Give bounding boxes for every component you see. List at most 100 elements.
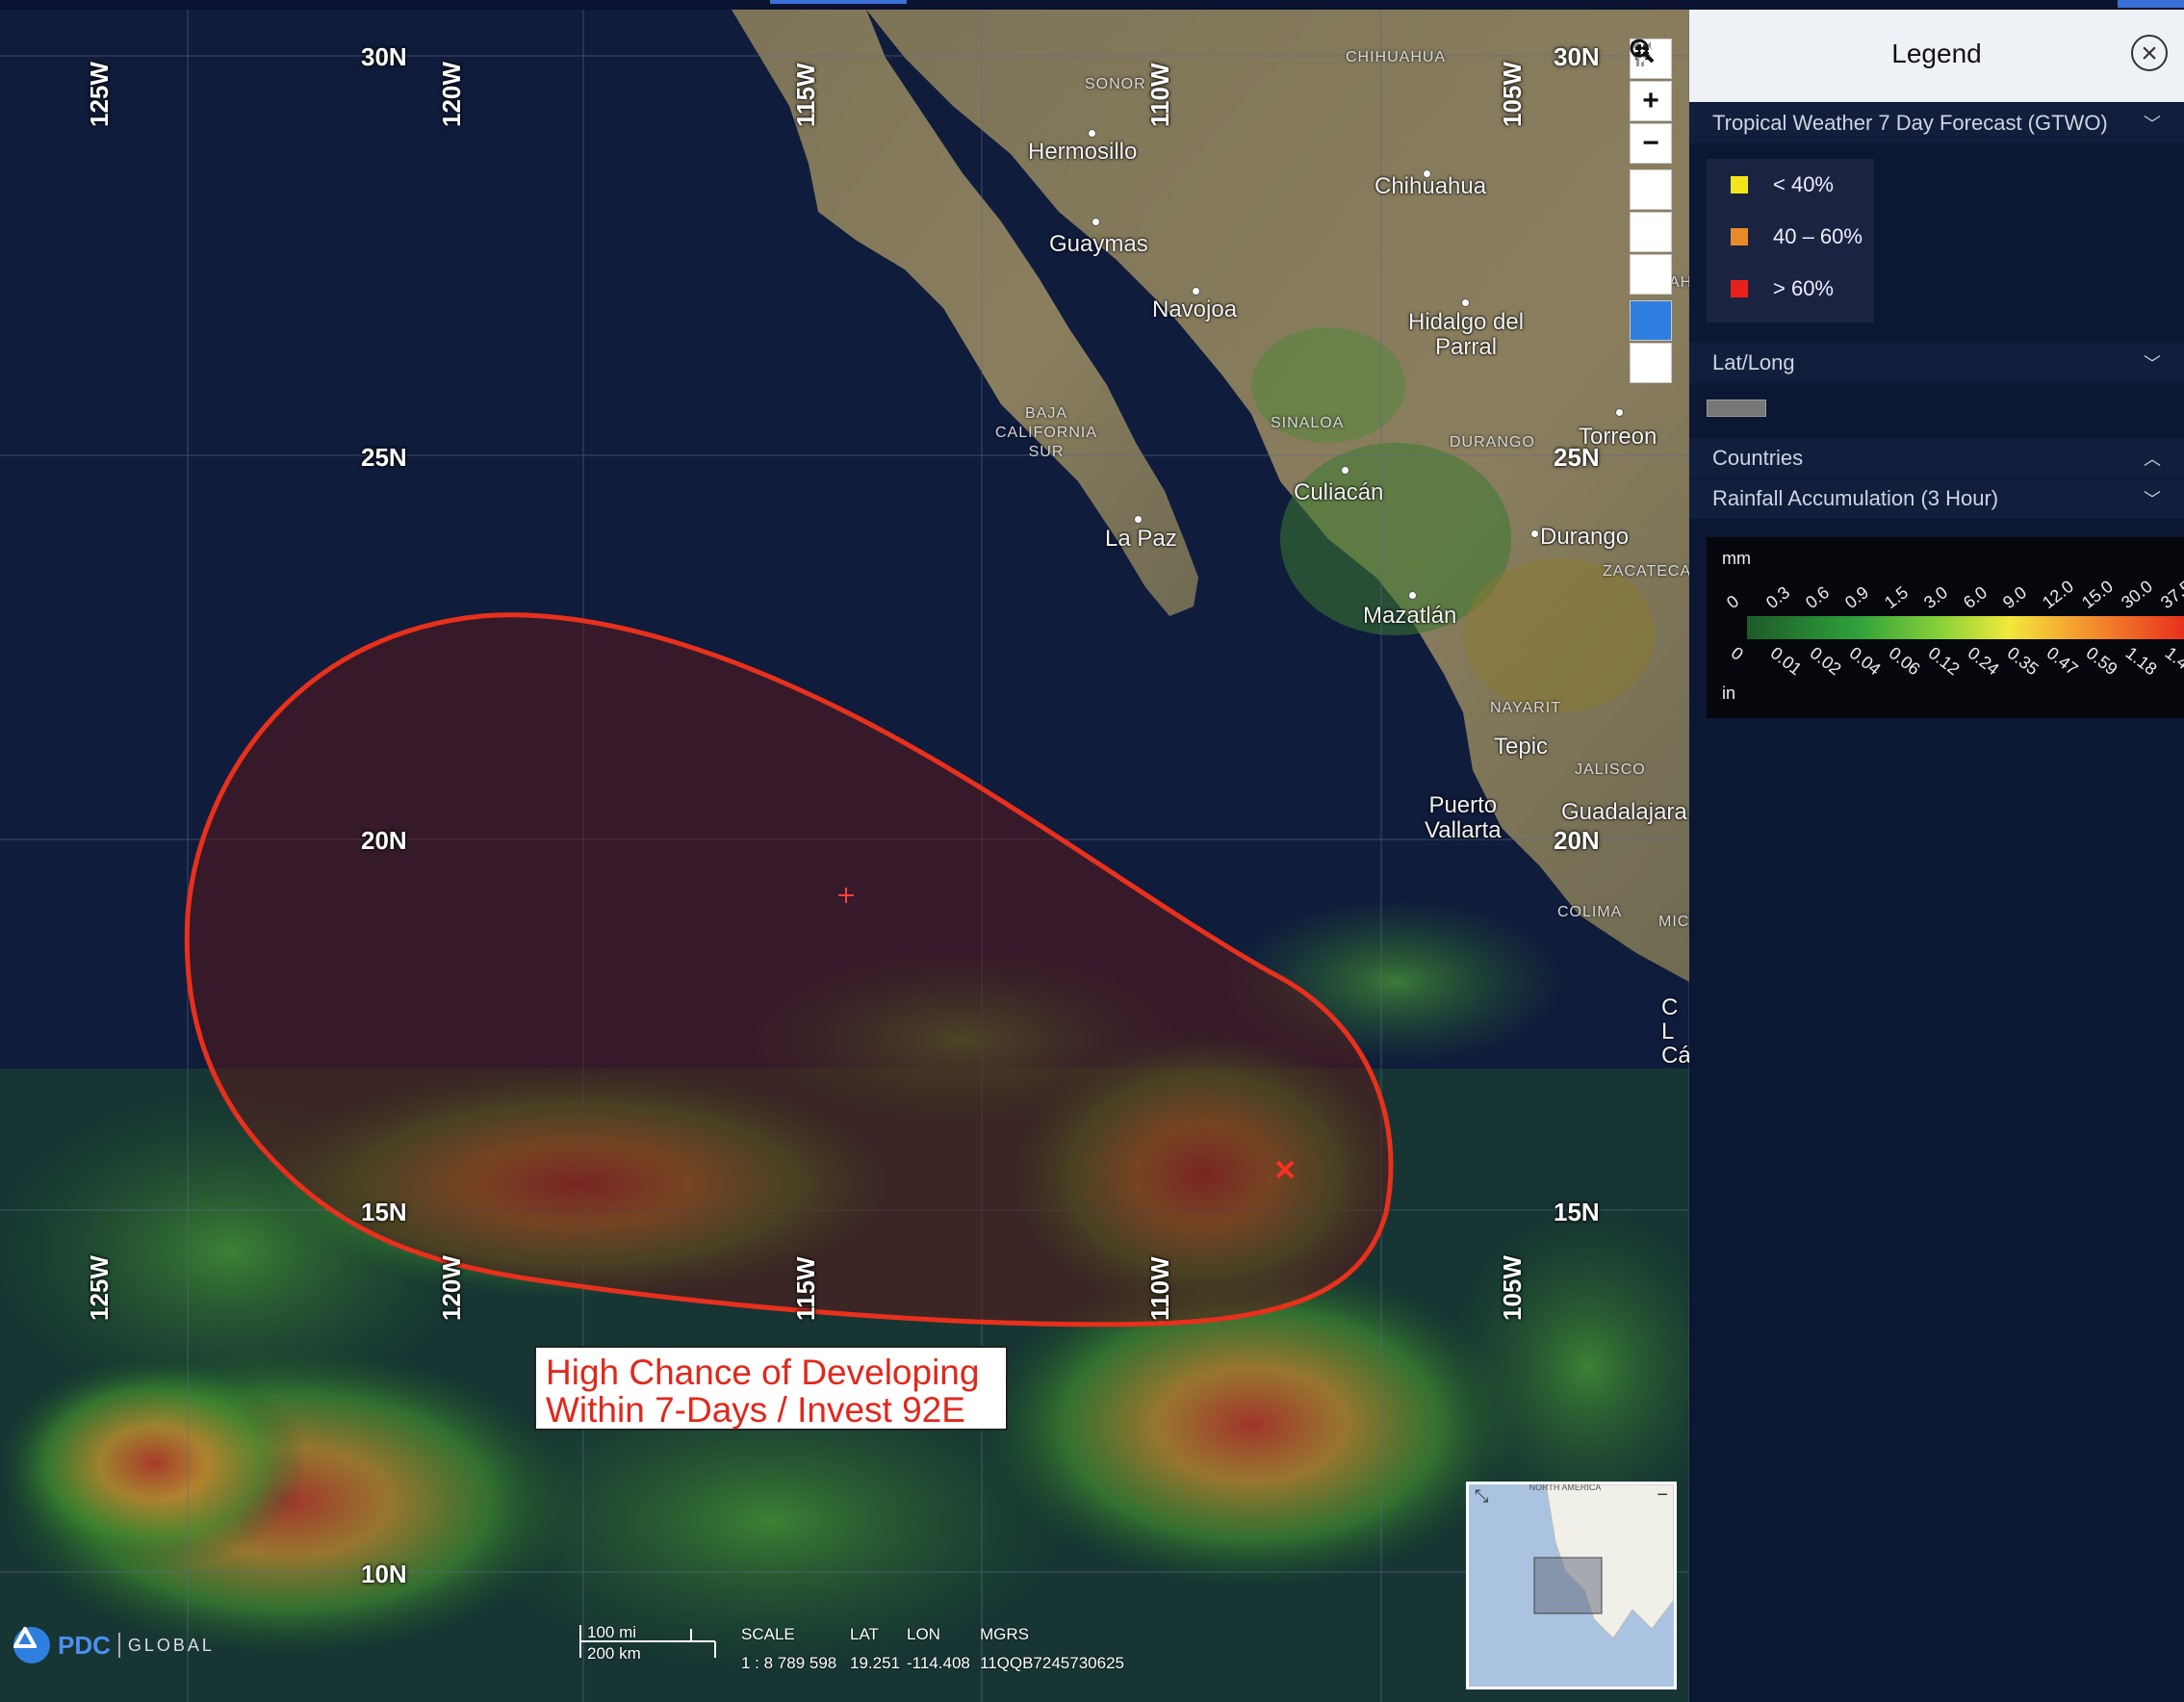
- place-la-paz: La Paz: [1105, 526, 1177, 552]
- city-dot: [1530, 529, 1539, 538]
- city-dot: [1092, 218, 1100, 226]
- region-baja-california-sur: BAJA CALIFORNIA SUR: [995, 405, 1098, 460]
- lon-label-125w: 125W: [85, 62, 114, 127]
- lat-label-20n: 20N: [361, 826, 407, 855]
- mgrs-readout: MGRS 11QQB7245730625: [980, 1625, 1124, 1673]
- gtwo-item-label: < 40%: [1773, 172, 1834, 196]
- section-rainfall[interactable]: Rainfall Accumulation (3 Hour) ﹀: [1689, 477, 2184, 519]
- annotation-line-1: High Chance of Developing: [546, 1353, 980, 1392]
- legend-title: Legend: [1891, 39, 1982, 68]
- place-hidalgo-del-parral: Hidalgo del Parral: [1408, 309, 1525, 360]
- close-circle-icon[interactable]: ×: [2131, 35, 2168, 71]
- region-zacatecas: ZACATECA: [1603, 563, 1689, 580]
- scale-value: 1 : 8 789 598: [741, 1654, 837, 1672]
- lat-label: LAT: [850, 1625, 879, 1643]
- lat-label-30n-east: 30N: [1554, 42, 1600, 71]
- rainfall-gradient: [1747, 616, 2184, 639]
- global-text: GLOBAL: [127, 1635, 215, 1655]
- place-guaymas: Guaymas: [1049, 231, 1148, 257]
- lon-label-105w: 105W: [1498, 62, 1527, 127]
- section-gtwo[interactable]: Tropical Weather 7 Day Forecast (GTWO) ﹀: [1689, 102, 2184, 143]
- chevron-down-icon: ﹀: [2144, 115, 2161, 134]
- chevron-down-icon: ﹀: [2144, 490, 2161, 509]
- pdc-branding[interactable]: PDC GLOBAL: [13, 1627, 215, 1663]
- place-durango: Durango: [1540, 524, 1630, 550]
- map-toolbar: + −: [1630, 39, 1672, 385]
- swatch-high: [1731, 280, 1748, 297]
- city-dot: [1088, 129, 1096, 138]
- section-latlong[interactable]: Lat/Long ﹀: [1689, 342, 2184, 383]
- redo-button[interactable]: [1630, 41, 1672, 295]
- lon-label-125w-south: 125W: [85, 1255, 114, 1321]
- scale-label: SCALE: [741, 1625, 795, 1643]
- zoom-out-button[interactable]: −: [1630, 123, 1672, 164]
- lat-label-15n-east: 15N: [1554, 1198, 1600, 1226]
- pan-button[interactable]: [1630, 39, 1672, 341]
- place-tepic: Tepic: [1494, 734, 1549, 760]
- home-button[interactable]: [1630, 40, 1672, 210]
- lat-label-30n: 30N: [361, 42, 407, 71]
- region-partial-ah: AH: [1669, 274, 1689, 291]
- region-nayarit: NAYARIT: [1490, 700, 1561, 716]
- gtwo-item-label: 40 – 60%: [1773, 224, 1863, 248]
- city-dot: [1408, 591, 1417, 600]
- gtwo-item-label: > 60%: [1773, 276, 1834, 300]
- annotation-line-2: Within 7-Days / Invest 92E: [546, 1390, 965, 1430]
- region-durango: DURANGO: [1450, 434, 1535, 451]
- city-dot: [1341, 466, 1349, 475]
- latlong-line-swatch: [1707, 400, 1766, 417]
- region-colima: COLIMA: [1557, 904, 1623, 920]
- lon-label-115w-south: 115W: [791, 1256, 820, 1322]
- zoom-in-button[interactable]: +: [1630, 81, 1672, 121]
- region-chihuahua: CHIHUAHUA: [1346, 49, 1447, 65]
- section-gtwo-label: Tropical Weather 7 Day Forecast (GTWO): [1712, 111, 2108, 135]
- gtwo-item: > 60%: [1707, 263, 1874, 315]
- lon-value: -114.408: [907, 1654, 970, 1672]
- pdc-brand-text: PDC: [58, 1630, 111, 1660]
- mgrs-label: MGRS: [980, 1625, 1029, 1643]
- overview-minimap[interactable]: NORTH AMERICA ⤡ −: [1466, 1482, 1677, 1689]
- zoom-box-button[interactable]: [1630, 39, 1672, 383]
- region-sinaloa: SINALOA: [1271, 415, 1345, 431]
- region-jalisco: JALISCO: [1575, 761, 1646, 778]
- place-culiacan: Culiacán: [1294, 479, 1384, 505]
- magnifier-zoom-icon: [1630, 39, 1655, 64]
- lon-label: LON: [907, 1625, 940, 1643]
- map-view[interactable]: 30N 30N 25N 25N 20N 20N 15N 15N 10N 125W…: [0, 0, 1689, 1702]
- section-countries[interactable]: Countries ︿: [1689, 437, 2184, 478]
- scale-readout: SCALE 1 : 8 789 598: [741, 1625, 836, 1673]
- chevron-up-icon: ︿: [2144, 450, 2161, 469]
- minimap-collapse-icon[interactable]: −: [1657, 1484, 1668, 1507]
- region-michoacan: MIC: [1658, 914, 1689, 930]
- rainfall-colorbar: mm in 0 0.3 0.6 0.9 1.5 3.0 6.0 9.0 12.0 15.0 30.0…: [1707, 537, 2184, 718]
- section-rainfall-label: Rainfall Accumulation (3 Hour): [1712, 486, 1999, 510]
- rain-over-land-2: [1463, 558, 1656, 712]
- lat-label-25n: 25N: [361, 443, 407, 472]
- map-canvas: [0, 0, 1689, 1702]
- legend-header: Legend ×: [1689, 10, 2184, 102]
- place-chihuahua: Chihuahua: [1375, 173, 1487, 199]
- minimap-expand-icon[interactable]: ⤡: [1475, 1486, 1488, 1507]
- mgrs-value: 11QQB7245730625: [980, 1654, 1124, 1672]
- lon-label-110w-south: 110W: [1145, 1256, 1174, 1322]
- minimap-canvas: NORTH AMERICA: [1469, 1484, 1674, 1687]
- place-guadalajara: Guadalajara: [1561, 799, 1687, 825]
- place-torreon: Torreon: [1579, 424, 1657, 450]
- lat-label-15n: 15N: [361, 1198, 407, 1226]
- lon-label-120w-south: 120W: [437, 1255, 466, 1321]
- branding-divider: [117, 1633, 120, 1658]
- undo-button[interactable]: [1630, 41, 1672, 252]
- city-dot: [1615, 408, 1624, 417]
- section-latlong-label: Lat/Long: [1712, 350, 1795, 374]
- scale-mi: 100 mi: [587, 1623, 637, 1641]
- legend-panel: Legend × Tropical Weather 7 Day Forecast…: [1689, 10, 2184, 1702]
- lon-label-105w-south: 105W: [1498, 1255, 1527, 1321]
- lat-value: 19.251: [850, 1654, 900, 1672]
- lat-label-10n: 10N: [361, 1560, 407, 1588]
- place-navojoa: Navojoa: [1152, 297, 1238, 322]
- lon-readout: LON -114.408: [907, 1625, 970, 1673]
- gtwo-item: < 40%: [1707, 159, 1874, 211]
- top-strip: [0, 0, 2184, 10]
- place-cabo-partial: C L Cá: [1661, 994, 1689, 1069]
- forecast-annotation: High Chance of Developing Within 7-Days …: [534, 1346, 1008, 1431]
